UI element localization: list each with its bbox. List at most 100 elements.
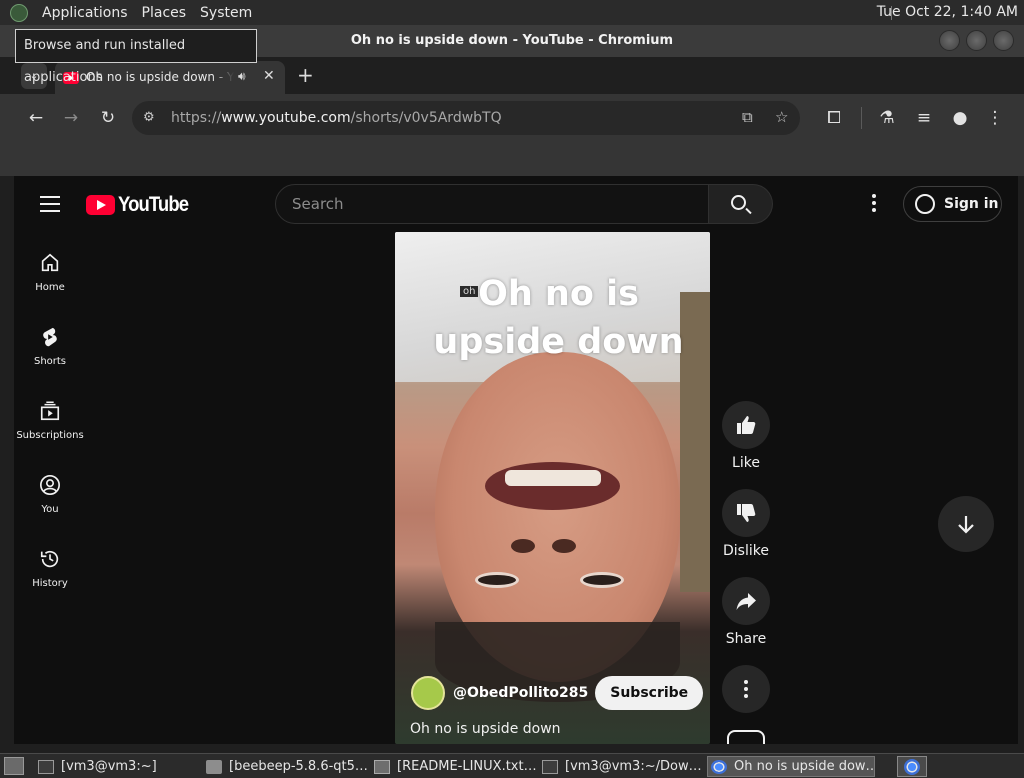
share-button[interactable] xyxy=(722,577,770,625)
dislike-button[interactable] xyxy=(722,489,770,537)
search-button[interactable] xyxy=(709,184,773,224)
terminal-icon xyxy=(542,759,558,774)
show-desktop-icon[interactable] xyxy=(4,757,24,775)
search-placeholder: Search xyxy=(292,195,344,213)
video-nostril xyxy=(552,539,576,553)
clock[interactable]: Tue Oct 22, 1:40 AM xyxy=(877,4,1018,20)
task-text-editor[interactable]: [README-LINUX.txt… xyxy=(374,756,536,777)
toolbar-separator xyxy=(861,107,862,129)
guide-item-home[interactable]: Home xyxy=(14,246,86,320)
desktop: Applications Places System Tue Oct 22, 1… xyxy=(0,0,1024,778)
account-icon xyxy=(915,194,935,214)
video-caption-line-2: upside down xyxy=(433,322,684,362)
video-caption-line-1: Oh no is xyxy=(478,274,639,314)
applications-tooltip: Browse and run installed applications xyxy=(15,29,257,85)
guide-label-subscriptions: Subscriptions xyxy=(16,430,84,441)
thumbs-up-icon xyxy=(737,416,756,434)
video-eye xyxy=(475,572,519,588)
youtube-wordmark: YouTube xyxy=(118,193,189,216)
guide-item-subscriptions[interactable]: Subscriptions xyxy=(14,394,86,468)
top-panel: Applications Places System Tue Oct 22, 1… xyxy=(0,0,1024,25)
chromium-icon xyxy=(711,759,727,774)
minimize-button[interactable] xyxy=(939,30,960,51)
search-input[interactable]: Search xyxy=(275,184,709,224)
guide-menu-icon[interactable] xyxy=(40,196,60,217)
channel-name[interactable]: @ObedPollito285 xyxy=(453,685,588,701)
settings-more-icon[interactable] xyxy=(872,194,876,215)
more-action xyxy=(722,665,770,713)
video-teeth xyxy=(505,470,601,486)
maximize-button[interactable] xyxy=(966,30,987,51)
chromium-icon xyxy=(904,759,920,775)
dislike-action: Dislike xyxy=(722,489,770,559)
close-tab-icon[interactable]: ✕ xyxy=(263,68,275,84)
media-controls-icon[interactable]: ≡ xyxy=(912,106,936,130)
shorts-icon xyxy=(43,327,57,347)
youtube-logo[interactable]: YouTube xyxy=(86,193,198,217)
guide-label-home: Home xyxy=(35,282,65,293)
short-description[interactable]: Oh no is upside down xyxy=(410,721,561,737)
site-info-icon[interactable]: ⚙︎ xyxy=(143,110,155,125)
places-menu[interactable]: Places xyxy=(142,5,187,21)
remix-action xyxy=(722,730,770,744)
browser-toolbar: ← → ↻ ⚙︎ https://www.youtube.com/shorts/… xyxy=(0,94,1024,142)
install-app-icon[interactable]: ⧉ xyxy=(742,108,753,126)
video-nostril xyxy=(511,539,535,553)
more-vert-icon xyxy=(744,680,748,698)
subscribe-button[interactable]: Subscribe xyxy=(595,676,704,710)
share-label: Share xyxy=(725,631,767,647)
short-video-player[interactable]: Oh no is upside down oh @ObedPollito285 … xyxy=(395,232,710,744)
applications-menu-icon[interactable] xyxy=(10,3,28,22)
guide-item-shorts[interactable]: Shorts xyxy=(14,320,86,394)
back-button[interactable]: ← xyxy=(24,106,48,130)
more-actions-button[interactable] xyxy=(722,665,770,713)
browser-menu-icon[interactable]: ⋮ xyxy=(983,106,1007,130)
guide-item-history[interactable]: History xyxy=(14,542,86,616)
forward-button[interactable]: → xyxy=(59,106,83,130)
next-short-button[interactable] xyxy=(938,496,994,552)
caption-tag: oh xyxy=(460,286,479,297)
task-chromium[interactable]: Oh no is upside dow… xyxy=(707,756,875,777)
task-file-manager[interactable]: [beebeep-5.8.6-qt5… xyxy=(206,756,368,777)
thumbs-down-icon xyxy=(737,504,756,522)
share-icon xyxy=(736,593,756,610)
mini-guide: Home Shorts Subscriptions You History xyxy=(14,246,86,616)
guide-item-you[interactable]: You xyxy=(14,468,86,542)
dislike-label: Dislike xyxy=(723,543,769,559)
arrow-down-icon xyxy=(958,516,974,534)
tray-chromium[interactable] xyxy=(897,756,927,777)
like-button[interactable] xyxy=(722,401,770,449)
task-terminal-1[interactable]: [vm3@vm3:~] xyxy=(38,756,198,777)
audio-playing-icon[interactable]: 🔊︎ xyxy=(238,69,246,84)
profile-icon[interactable]: ● xyxy=(948,106,972,130)
like-action: Like xyxy=(722,401,770,471)
close-window-button[interactable] xyxy=(993,30,1014,51)
guide-label-you: You xyxy=(41,504,59,515)
channel-avatar[interactable] xyxy=(411,676,445,710)
history-icon xyxy=(40,550,59,568)
terminal-icon xyxy=(38,759,54,774)
like-label: Like xyxy=(732,455,760,471)
youtube-page: YouTube Search Sign in Home Shorts Subsc… xyxy=(14,176,1018,744)
bookmark-star-icon[interactable]: ☆ xyxy=(775,108,788,126)
youtube-play-icon xyxy=(86,195,115,215)
reload-button[interactable]: ↻ xyxy=(96,106,120,130)
address-bar[interactable]: ⚙︎ https://www.youtube.com/shorts/v0v5Ar… xyxy=(132,101,800,135)
system-menu[interactable]: System xyxy=(200,5,252,21)
url-text[interactable]: https://www.youtube.com/shorts/v0v5Ardwb… xyxy=(171,110,502,126)
extensions-icon[interactable]: ⧠ xyxy=(822,106,846,130)
labs-flask-icon[interactable]: ⚗ xyxy=(875,106,899,130)
new-tab-button[interactable]: + xyxy=(297,63,314,87)
subscriptions-icon xyxy=(40,401,60,421)
folder-icon xyxy=(206,759,222,774)
tab-title: Oh no is upside down - YouTube xyxy=(86,70,234,84)
you-icon xyxy=(40,475,60,495)
remix-button[interactable] xyxy=(727,730,765,744)
task-terminal-2[interactable]: [vm3@vm3:~/Dow… xyxy=(542,756,702,777)
video-caption: Oh no is upside down xyxy=(395,270,710,366)
applications-menu[interactable]: Applications xyxy=(42,5,128,21)
sign-in-label: Sign in xyxy=(944,196,999,212)
sign-in-button[interactable]: Sign in xyxy=(903,186,1002,222)
video-eye xyxy=(580,572,624,588)
guide-label-shorts: Shorts xyxy=(33,356,67,367)
